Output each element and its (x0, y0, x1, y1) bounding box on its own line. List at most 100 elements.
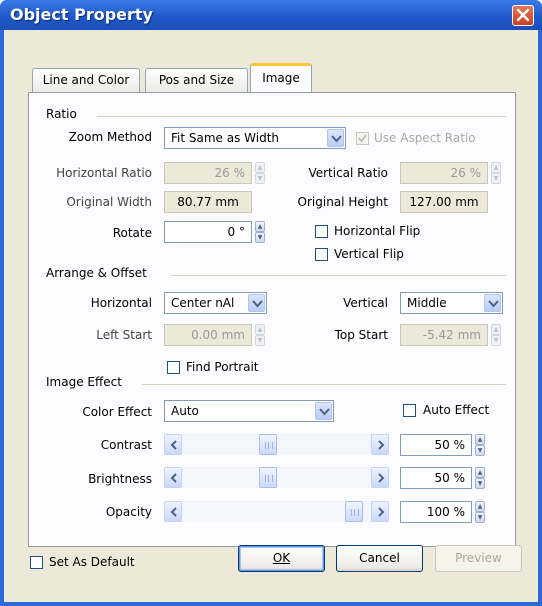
vertical-flip-checkbox[interactable] (315, 248, 328, 261)
zoom-method-label: Zoom Method (68, 130, 152, 144)
color-effect-label: Color Effect (82, 405, 152, 419)
horizontal-ratio-input[interactable]: 26 % (164, 162, 252, 184)
vertical-ratio-spinner[interactable]: ▲ ▼ (491, 162, 501, 184)
top-start-label: Top Start (334, 328, 388, 342)
chevron-right-icon (378, 473, 385, 483)
image-effect-group-title: Image Effect (46, 375, 128, 389)
brightness-track[interactable] (182, 467, 372, 488)
brightness-thumb[interactable] (259, 467, 277, 488)
left-start-label: Left Start (96, 328, 152, 342)
zoom-method-select[interactable]: Fit Same as Width (164, 127, 346, 149)
left-start-input[interactable]: 0.00 mm (164, 324, 252, 346)
contrast-input[interactable]: 50 % (400, 434, 472, 456)
opacity-slider[interactable] (164, 501, 390, 523)
close-icon (516, 8, 530, 22)
find-portrait-label: Find Portrait (186, 360, 259, 374)
color-effect-dropdown-button[interactable] (315, 402, 332, 420)
contrast-spinner[interactable]: ▲ ▼ (475, 434, 485, 456)
zoom-method-dropdown-button[interactable] (327, 129, 344, 147)
left-start-spinner[interactable]: ▲ ▼ (255, 324, 265, 346)
ok-button-label: OK (272, 551, 291, 565)
contrast-track[interactable] (182, 434, 372, 455)
preview-button-label: Preview (455, 551, 502, 565)
vertical-align-dropdown-button[interactable] (484, 294, 501, 312)
horizontal-ratio-spinner[interactable]: ▲ ▼ (255, 162, 265, 184)
brightness-increase-button[interactable] (371, 467, 389, 488)
horizontal-align-dropdown-button[interactable] (248, 294, 265, 312)
tab-pos-and-size[interactable]: Pos and Size (145, 68, 248, 92)
top-start-input[interactable]: -5.42 mm (400, 324, 488, 346)
contrast-label: Contrast (100, 438, 152, 452)
original-width-value: 80.77 mm (164, 191, 252, 213)
opacity-thumb[interactable] (345, 501, 363, 522)
chevron-left-icon (170, 473, 177, 483)
chevron-down-icon (319, 408, 330, 416)
tab-line-and-color[interactable]: Line and Color (32, 68, 140, 92)
dialog-window: Object Property Line and Color Pos and S… (0, 0, 542, 606)
opacity-label: Opacity (105, 505, 152, 519)
contrast-slider[interactable] (164, 434, 390, 456)
opacity-input[interactable]: 100 % (400, 501, 472, 523)
set-as-default-checkbox[interactable] (30, 556, 43, 569)
ratio-separator (97, 116, 506, 117)
chevron-down-icon (331, 135, 342, 143)
horizontal-flip-label: Horizontal Flip (334, 224, 421, 238)
chevron-right-icon (378, 507, 385, 517)
top-start-spinner[interactable]: ▲ ▼ (491, 324, 501, 346)
color-effect-value: Auto (171, 404, 199, 418)
cancel-button-label: Cancel (359, 551, 400, 565)
vertical-align-select[interactable]: Middle (400, 292, 503, 314)
chevron-right-icon (378, 440, 385, 450)
horizontal-align-value: Center nAl (171, 296, 235, 310)
chevron-down-icon (488, 300, 499, 308)
opacity-track[interactable] (182, 501, 372, 522)
checkmark-icon (358, 134, 367, 143)
chevron-left-icon (170, 440, 177, 450)
arrange-group-title: Arrange & Offset (46, 266, 153, 280)
zoom-method-value: Fit Same as Width (171, 131, 280, 145)
vertical-align-value: Middle (407, 296, 447, 310)
contrast-thumb[interactable] (259, 434, 277, 455)
set-as-default-label: Set As Default (49, 555, 135, 569)
brightness-spinner[interactable]: ▲ ▼ (475, 467, 485, 489)
color-effect-select[interactable]: Auto (164, 400, 334, 422)
brightness-label: Brightness (88, 472, 152, 486)
tab-image[interactable]: Image (250, 63, 312, 92)
use-aspect-ratio-checkbox[interactable] (356, 132, 369, 145)
opacity-decrease-button[interactable] (164, 501, 182, 522)
original-width-label: Original Width (66, 195, 152, 209)
image-effect-separator (142, 384, 506, 385)
arrange-separator (170, 275, 506, 276)
vertical-ratio-input[interactable]: 26 % (400, 162, 488, 184)
vertical-ratio-label: Vertical Ratio (308, 166, 388, 180)
opacity-increase-button[interactable] (371, 501, 389, 522)
brightness-slider[interactable] (164, 467, 390, 489)
auto-effect-checkbox[interactable] (403, 404, 416, 417)
cancel-button[interactable]: Cancel (336, 545, 423, 572)
rotate-label: Rotate (112, 226, 152, 240)
find-portrait-checkbox[interactable] (167, 361, 180, 374)
horizontal-align-label: Horizontal (90, 296, 152, 310)
chevron-down-icon (252, 300, 263, 308)
title-bar[interactable]: Object Property (0, 0, 542, 30)
rotate-spinner[interactable]: ▲ ▼ (255, 221, 265, 243)
horizontal-align-select[interactable]: Center nAl (164, 292, 267, 314)
preview-button[interactable]: Preview (435, 545, 522, 572)
ok-button[interactable]: OK (238, 545, 325, 572)
rotate-input[interactable]: 0 ° (164, 221, 252, 243)
original-height-value: 127.00 mm (400, 191, 488, 213)
contrast-increase-button[interactable] (371, 434, 389, 455)
vertical-flip-label: Vertical Flip (334, 247, 404, 261)
original-height-label: Original Height (297, 195, 388, 209)
brightness-decrease-button[interactable] (164, 467, 182, 488)
close-button[interactable] (512, 5, 534, 26)
contrast-decrease-button[interactable] (164, 434, 182, 455)
brightness-input[interactable]: 50 % (400, 467, 472, 489)
horizontal-ratio-label: Horizontal Ratio (56, 166, 152, 180)
opacity-spinner[interactable]: ▲ ▼ (475, 501, 485, 523)
auto-effect-label: Auto Effect (423, 403, 490, 417)
chevron-left-icon (170, 507, 177, 517)
horizontal-flip-checkbox[interactable] (315, 225, 328, 238)
vertical-align-label: Vertical (343, 296, 388, 310)
dialog-title: Object Property (10, 5, 153, 24)
